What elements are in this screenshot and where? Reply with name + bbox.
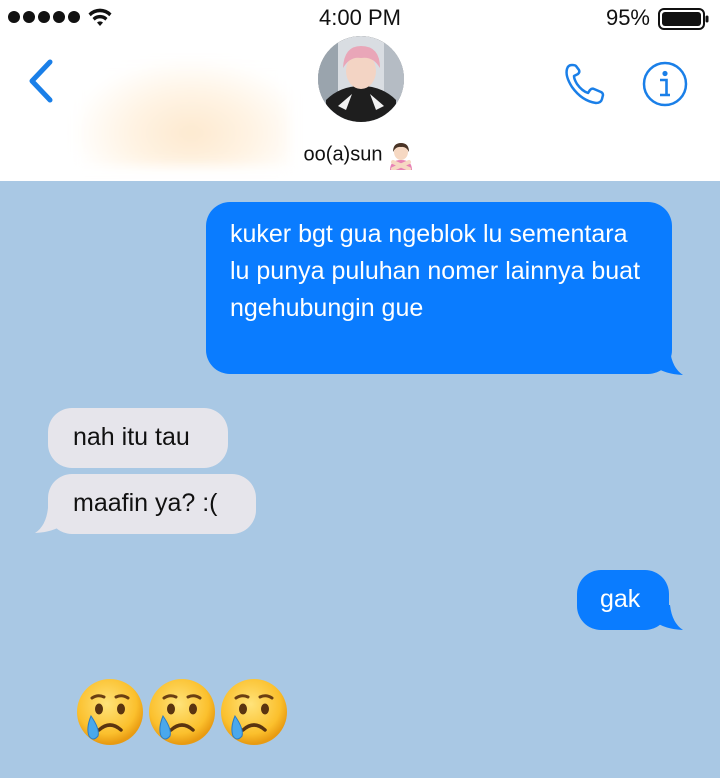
battery-percent: 95%: [605, 5, 650, 30]
battery-icon: [658, 8, 709, 30]
message-bubble-received[interactable]: nah itu tau: [48, 408, 228, 468]
crying-face-emoji: [149, 679, 215, 745]
person-gesturing-no-emoji: [390, 143, 413, 170]
contact-name: oo(a)sun: [303, 143, 383, 166]
message-text: maafin ya? :(: [73, 489, 218, 517]
crying-face-emoji: [221, 679, 287, 745]
contact-name-row[interactable]: oo(a)sun: [0, 140, 720, 170]
status-bar: 4:00 PM 95%: [0, 0, 720, 36]
bubble-tail: [652, 350, 683, 375]
message-bubble-received[interactable]: maafin ya? :(: [48, 474, 256, 534]
phone-icon[interactable]: [560, 60, 608, 108]
message-bubble-sent[interactable]: kuker bgt gua ngeblok lu sementara lu pu…: [206, 202, 672, 374]
crying-face-emoji: [77, 679, 143, 745]
message-text: gak: [600, 585, 641, 613]
avatar-image: [318, 36, 404, 122]
message-text: nah itu tau: [73, 423, 190, 451]
avatar[interactable]: [318, 36, 404, 122]
info-icon[interactable]: [641, 60, 689, 108]
conversation-header: oo(a)sun: [0, 36, 720, 181]
bubble-tail: [652, 605, 683, 630]
bubble-tail: [35, 508, 66, 533]
back-chevron-icon[interactable]: [26, 58, 56, 104]
message-text: kuker bgt gua ngeblok lu sementara lu pu…: [230, 220, 641, 322]
